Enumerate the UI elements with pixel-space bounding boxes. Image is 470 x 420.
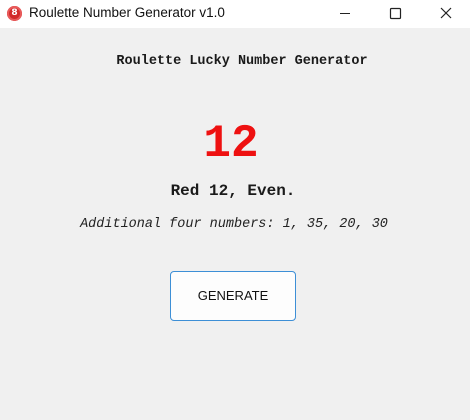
roulette-icon: 8 xyxy=(7,6,22,21)
additional-numbers: Additional four numbers: 1, 35, 20, 30 xyxy=(80,217,388,232)
title-bar[interactable]: 8 Roulette Number Generator v1.0 xyxy=(0,0,470,28)
minimize-button[interactable] xyxy=(322,0,368,28)
app-heading: Roulette Lucky Number Generator xyxy=(116,54,368,69)
result-description: Red 12, Even. xyxy=(170,182,296,200)
minimize-icon xyxy=(340,13,350,14)
close-button[interactable] xyxy=(423,0,469,28)
close-icon xyxy=(440,7,452,19)
generate-button[interactable]: GENERATE xyxy=(170,271,296,321)
app-window: 8 Roulette Number Generator v1.0 Roulett… xyxy=(0,0,470,420)
maximize-icon xyxy=(389,7,402,20)
maximize-button[interactable] xyxy=(372,0,418,28)
window-title: Roulette Number Generator v1.0 xyxy=(29,5,225,20)
roulette-icon-glyph: 8 xyxy=(11,8,18,18)
generated-number: 12 xyxy=(203,118,259,170)
